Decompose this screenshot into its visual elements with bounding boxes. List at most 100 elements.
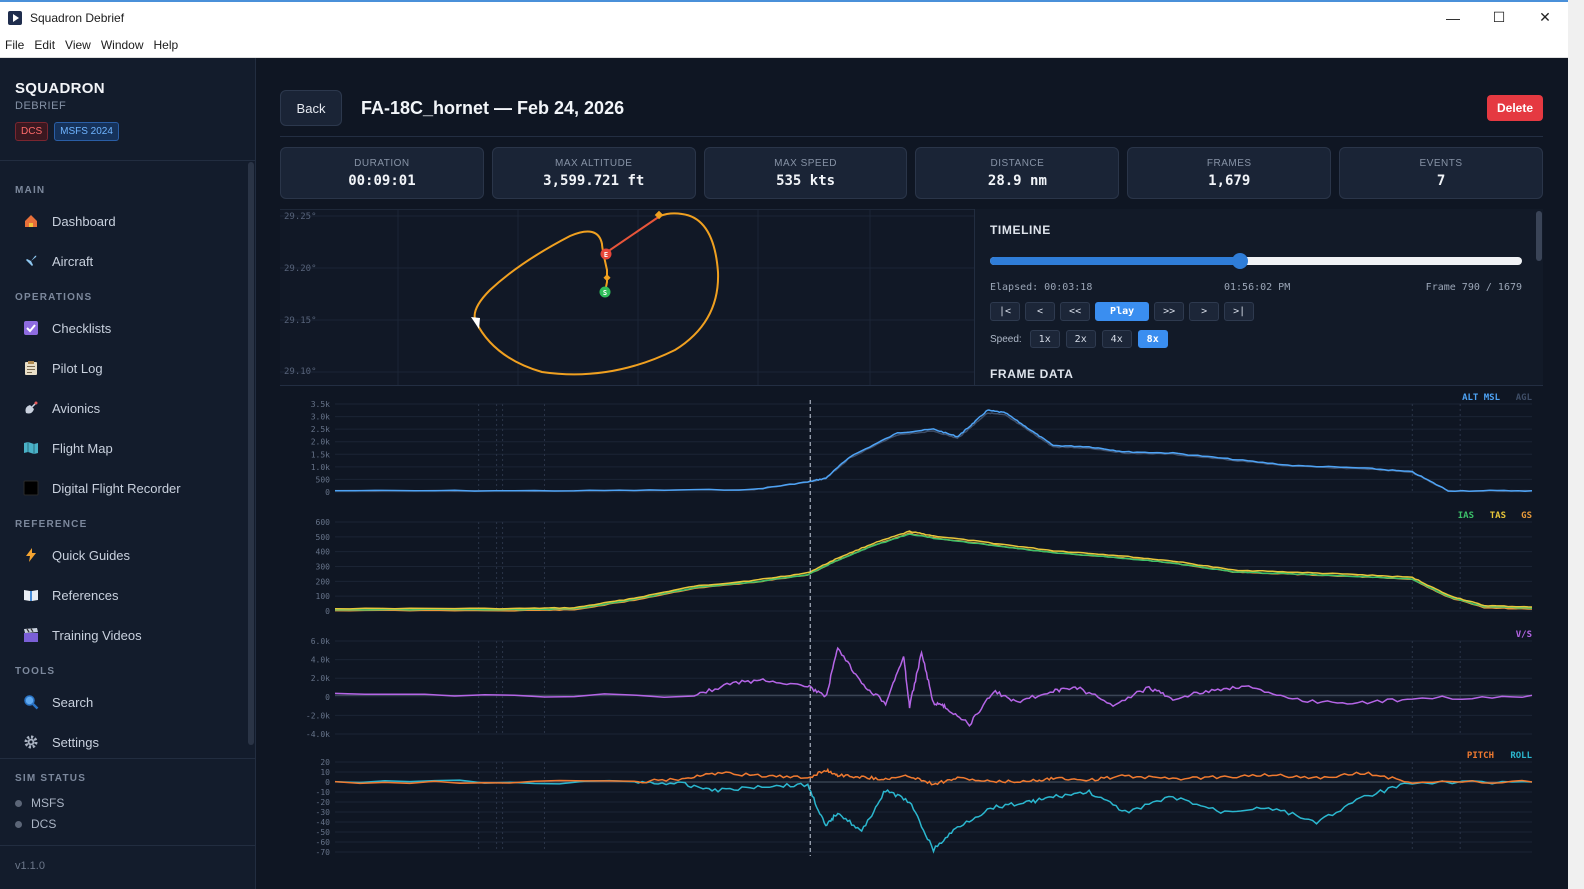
speed-label: Speed: [990, 333, 1022, 345]
badge-dcs[interactable]: DCS [15, 122, 49, 141]
sidebar-item-flight-map[interactable]: Flight Map [0, 428, 246, 468]
chart-y-tick: 3.5k [311, 400, 330, 409]
nav-section-main: MAIN [15, 185, 46, 196]
menu-bar: File Edit View Window Help [0, 33, 1568, 58]
map-icon [22, 439, 40, 457]
telemetry-charts[interactable]: 3.5k 3.0k 2.5k 2.0k 1.5k 1.0k 500 0 AGL ALT MSL 60… [280, 385, 1543, 859]
gs-series-line [334, 532, 1532, 612]
rewind-button[interactable]: << [1060, 302, 1091, 321]
chart-y-tick: 300 [316, 563, 331, 572]
chart-y-tick: -50 [316, 828, 331, 837]
sidebar-item-avionics[interactable]: Avionics [0, 388, 246, 428]
sim-status-title: SIM STATUS [15, 773, 87, 784]
map-lat-label: 29.15° [284, 316, 317, 326]
sidebar-item-settings[interactable]: Settings [0, 722, 246, 758]
delete-button[interactable]: Delete [1487, 95, 1543, 121]
satellite-icon [22, 399, 40, 417]
map-lat-label: 29.10° [284, 367, 317, 377]
sidebar: SQUADRON DEBRIEF DCS MSFS 2024 MAIN Dash… [0, 58, 256, 889]
sidebar-nav: MAIN Dashboard Aircraft OPERATIONS Check… [0, 162, 246, 758]
speed-2x-button[interactable]: 2x [1065, 330, 1096, 348]
stats-row: DURATION 00:09:01 MAX ALTITUDE 3,599.721 f… [280, 147, 1543, 199]
skip-start-button[interactable]: |< [990, 302, 1021, 321]
speed-8x-button[interactable]: 8x [1137, 330, 1168, 348]
window-controls: — ☐ ✕ [1430, 2, 1568, 33]
menu-edit[interactable]: Edit [29, 38, 60, 52]
sidebar-item-pilot-log[interactable]: Pilot Log [0, 348, 246, 388]
chart-legend-alt-msl: ALT MSL [1462, 393, 1501, 403]
menu-file[interactable]: File [0, 38, 29, 52]
nav-section-tools: TOOLS [15, 666, 56, 677]
chart-y-tick: 3.0k [311, 413, 330, 422]
brand: SQUADRON DEBRIEF DCS MSFS 2024 [0, 58, 255, 161]
timeline-slider[interactable] [990, 253, 1522, 269]
roll-series-line [334, 779, 1533, 854]
chart-y-tick: 100 [316, 592, 331, 601]
window-scrollbar[interactable] [1568, 0, 1584, 889]
sidebar-item-aircraft[interactable]: Aircraft [0, 241, 246, 281]
chart-y-tick: -30 [316, 808, 331, 817]
status-dot-icon [15, 799, 22, 807]
stat-max-speed: MAX SPEED 535 kts [703, 147, 908, 199]
brand-subtitle: DEBRIEF [15, 100, 67, 112]
sidebar-item-search[interactable]: Search [0, 682, 246, 722]
sidebar-item-dashboard[interactable]: Dashboard [0, 201, 246, 241]
maximize-icon[interactable]: ☐ [1476, 2, 1522, 33]
menu-help[interactable]: Help [149, 38, 184, 52]
sidebar-item-digital-flight-recorder[interactable]: Digital Flight Recorder [0, 468, 246, 508]
speed-1x-button[interactable]: 1x [1029, 330, 1060, 348]
timeline-slider-fill [990, 257, 1241, 265]
sidebar-item-label: Dashboard [52, 213, 116, 229]
main-content: Back FA-18C_hornet — Feb 24, 2026 Delete… [256, 58, 1568, 889]
play-button[interactable]: Play [1095, 302, 1150, 321]
chart-y-tick: -20 [316, 798, 331, 807]
page-title: FA-18C_hornet — Feb 24, 2026 [361, 98, 625, 118]
flight-track-path [473, 212, 720, 376]
stat-distance: DISTANCE 28.9 nm [915, 147, 1120, 199]
chart-y-tick: 0 [325, 693, 330, 702]
sidebar-item-label: Digital Flight Recorder [52, 480, 181, 496]
recorder-icon [22, 479, 40, 497]
step-forward-button[interactable]: > [1189, 302, 1220, 321]
badge-msfs[interactable]: MSFS 2024 [54, 122, 119, 141]
sidebar-item-label: Quick Guides [52, 547, 131, 563]
book-icon [22, 586, 40, 604]
sim-status-msfs: MSFS [15, 796, 241, 810]
sidebar-item-label: Aircraft [52, 253, 94, 269]
sidebar-scrollbar[interactable] [247, 162, 255, 758]
stat-duration: DURATION 00:09:01 [280, 147, 484, 199]
timeline-scrollbar[interactable] [1534, 209, 1543, 385]
sidebar-item-quick-guides[interactable]: Quick Guides [0, 535, 246, 575]
menu-view[interactable]: View [60, 38, 96, 52]
chart-y-tick: -40 [316, 818, 331, 827]
sidebar-item-training-videos[interactable]: Training Videos [0, 615, 246, 655]
sidebar-item-references[interactable]: References [0, 575, 246, 615]
chart-legend-pitch: PITCH [1467, 751, 1494, 761]
sidebar-item-label: Flight Map [52, 440, 113, 456]
magnifier-icon [22, 693, 40, 711]
sidebar-item-checklists[interactable]: Checklists [0, 308, 246, 348]
minimize-icon[interactable]: — [1430, 2, 1476, 33]
chart-legend-agl: AGL [1516, 393, 1533, 403]
airplane-icon [22, 252, 40, 270]
chart-y-tick: 6.0k [311, 637, 330, 646]
window-titlebar: Squadron Debrief — ☐ ✕ [0, 0, 1568, 33]
fast-forward-button[interactable]: >> [1154, 302, 1185, 321]
flight-track-map[interactable]: 29.25° 29.20° 29.15° 29.10° E S [280, 209, 974, 385]
timeline-slider-handle[interactable] [1232, 253, 1249, 269]
elapsed-time: Elapsed: 00:03:18 [990, 282, 1093, 293]
chart-y-tick: 500 [316, 475, 331, 484]
back-button[interactable]: Back [280, 90, 342, 126]
close-icon[interactable]: ✕ [1522, 2, 1568, 33]
frame-data-title: FRAME DATA [990, 367, 1074, 381]
chart-legend-roll: ROLL [1510, 751, 1532, 761]
clapper-icon [22, 626, 40, 644]
menu-window[interactable]: Window [96, 38, 149, 52]
stat-frames: FRAMES 1,679 [1127, 147, 1332, 199]
map-lat-label: 29.20° [284, 264, 317, 274]
speed-4x-button[interactable]: 4x [1101, 330, 1132, 348]
chart-y-tick: 4.0k [311, 656, 330, 665]
step-back-button[interactable]: < [1025, 302, 1056, 321]
skip-end-button[interactable]: >| [1224, 302, 1255, 321]
gear-icon [22, 733, 40, 751]
